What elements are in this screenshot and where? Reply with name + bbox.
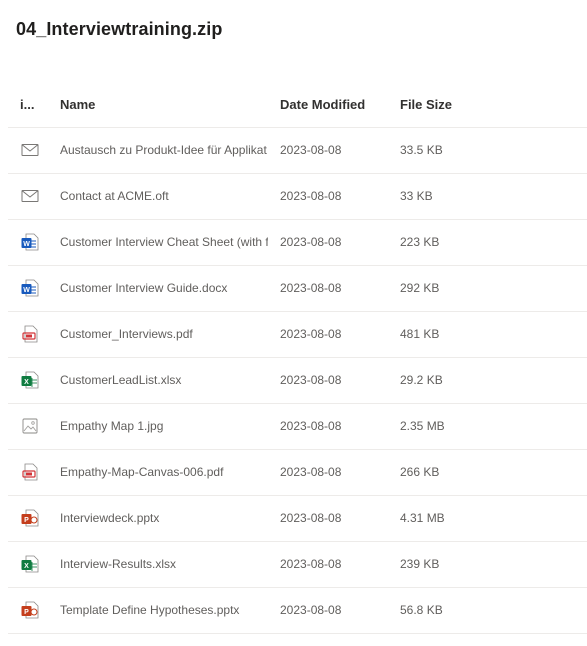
excel-icon: X — [20, 370, 40, 390]
file-date-modified: 2023-08-08 — [280, 511, 342, 525]
file-size: 56.8 KB — [400, 603, 443, 617]
file-date-modified: 2023-08-08 — [280, 281, 342, 295]
file-date-modified: 2023-08-08 — [280, 465, 342, 479]
table-row[interactable]: Austausch zu Produkt-Idee für Applikat 20… — [8, 128, 587, 174]
file-table: i... Name Date Modified File Size Austau… — [8, 82, 587, 634]
table-row[interactable]: W Customer Interview Cheat Sheet (with fe… — [8, 220, 587, 266]
svg-text:W: W — [23, 287, 30, 294]
file-size: 33 KB — [400, 189, 433, 203]
table-row[interactable]: P Template Define Hypotheses.pptx 2023-08-… — [8, 588, 587, 634]
svg-text:W: W — [23, 241, 30, 248]
mail-icon — [20, 140, 40, 160]
file-name[interactable]: Template Define Hypotheses.pptx — [60, 588, 268, 633]
file-size: 2.35 MB — [400, 419, 445, 433]
file-size: 33.5 KB — [400, 143, 443, 157]
image-icon — [20, 416, 40, 436]
svg-text:X: X — [24, 563, 29, 570]
file-date-modified: 2023-08-08 — [280, 235, 342, 249]
file-name[interactable]: Interview-Results.xlsx — [60, 542, 268, 587]
word-icon: W — [20, 278, 40, 298]
table-row[interactable]: X CustomerLeadList.xlsx 2023-08-08 29.2 KB — [8, 358, 587, 404]
table-row[interactable]: Customer_Interviews.pdf 2023-08-08 481 KB — [8, 312, 587, 358]
svg-text:X: X — [24, 379, 29, 386]
file-name[interactable]: Customer_Interviews.pdf — [60, 312, 268, 357]
pdf-icon — [20, 462, 40, 482]
file-name[interactable]: Contact at ACME.oft — [60, 174, 268, 219]
column-header-name[interactable]: Name — [60, 82, 268, 127]
file-size: 239 KB — [400, 557, 440, 571]
file-date-modified: 2023-08-08 — [280, 327, 342, 341]
table-row[interactable]: Contact at ACME.oft 2023-08-08 33 KB — [8, 174, 587, 220]
column-header-file-size[interactable]: File Size — [400, 82, 520, 127]
file-date-modified: 2023-08-08 — [280, 143, 342, 157]
page-title: 04_Interviewtraining.zip — [16, 19, 223, 39]
file-date-modified: 2023-08-08 — [280, 603, 342, 617]
file-name[interactable]: Customer Interview Cheat Sheet (with fe — [60, 220, 268, 265]
file-name[interactable]: Empathy-Map-Canvas-006.pdf — [60, 450, 268, 495]
file-date-modified: 2023-08-08 — [280, 373, 342, 387]
file-size: 29.2 KB — [400, 373, 443, 387]
table-row[interactable]: Empathy-Map-Canvas-006.pdf 2023-08-08 266 … — [8, 450, 587, 496]
svg-text:P: P — [24, 609, 29, 616]
file-size: 292 KB — [400, 281, 440, 295]
archive-preview: 04_Interviewtraining.zip i... Name Date … — [0, 0, 587, 646]
file-size: 481 KB — [400, 327, 440, 341]
file-list: Austausch zu Produkt-Idee für Applikat 20… — [8, 128, 587, 634]
file-date-modified: 2023-08-08 — [280, 189, 342, 203]
file-date-modified: 2023-08-08 — [280, 557, 342, 571]
excel-icon: X — [20, 554, 40, 574]
mail-icon — [20, 186, 40, 206]
table-row[interactable]: Empathy Map 1.jpg 2023-08-08 2.35 MB — [8, 404, 587, 450]
column-header-icon[interactable]: i... — [20, 82, 50, 127]
word-icon: W — [20, 232, 40, 252]
file-name[interactable]: Empathy Map 1.jpg — [60, 404, 268, 449]
file-name[interactable]: Interviewdeck.pptx — [60, 496, 268, 541]
file-size: 266 KB — [400, 465, 440, 479]
table-row[interactable]: X Interview-Results.xlsx 2023-08-08 239 KB — [8, 542, 587, 588]
table-row[interactable]: P Interviewdeck.pptx 2023-08-08 4.31 MB — [8, 496, 587, 542]
powerpoint-icon: P — [20, 508, 40, 528]
file-name[interactable]: Customer Interview Guide.docx — [60, 266, 268, 311]
file-name[interactable]: CustomerLeadList.xlsx — [60, 358, 268, 403]
table-header: i... Name Date Modified File Size — [8, 82, 587, 128]
file-name[interactable]: Austausch zu Produkt-Idee für Applikat — [60, 128, 268, 173]
file-date-modified: 2023-08-08 — [280, 419, 342, 433]
column-header-date-modified[interactable]: Date Modified — [280, 82, 390, 127]
svg-text:P: P — [24, 517, 29, 524]
table-row[interactable]: W Customer Interview Guide.docx 2023-08-08… — [8, 266, 587, 312]
file-size: 4.31 MB — [400, 511, 445, 525]
file-size: 223 KB — [400, 235, 440, 249]
powerpoint-icon: P — [20, 600, 40, 620]
pdf-icon — [20, 324, 40, 344]
